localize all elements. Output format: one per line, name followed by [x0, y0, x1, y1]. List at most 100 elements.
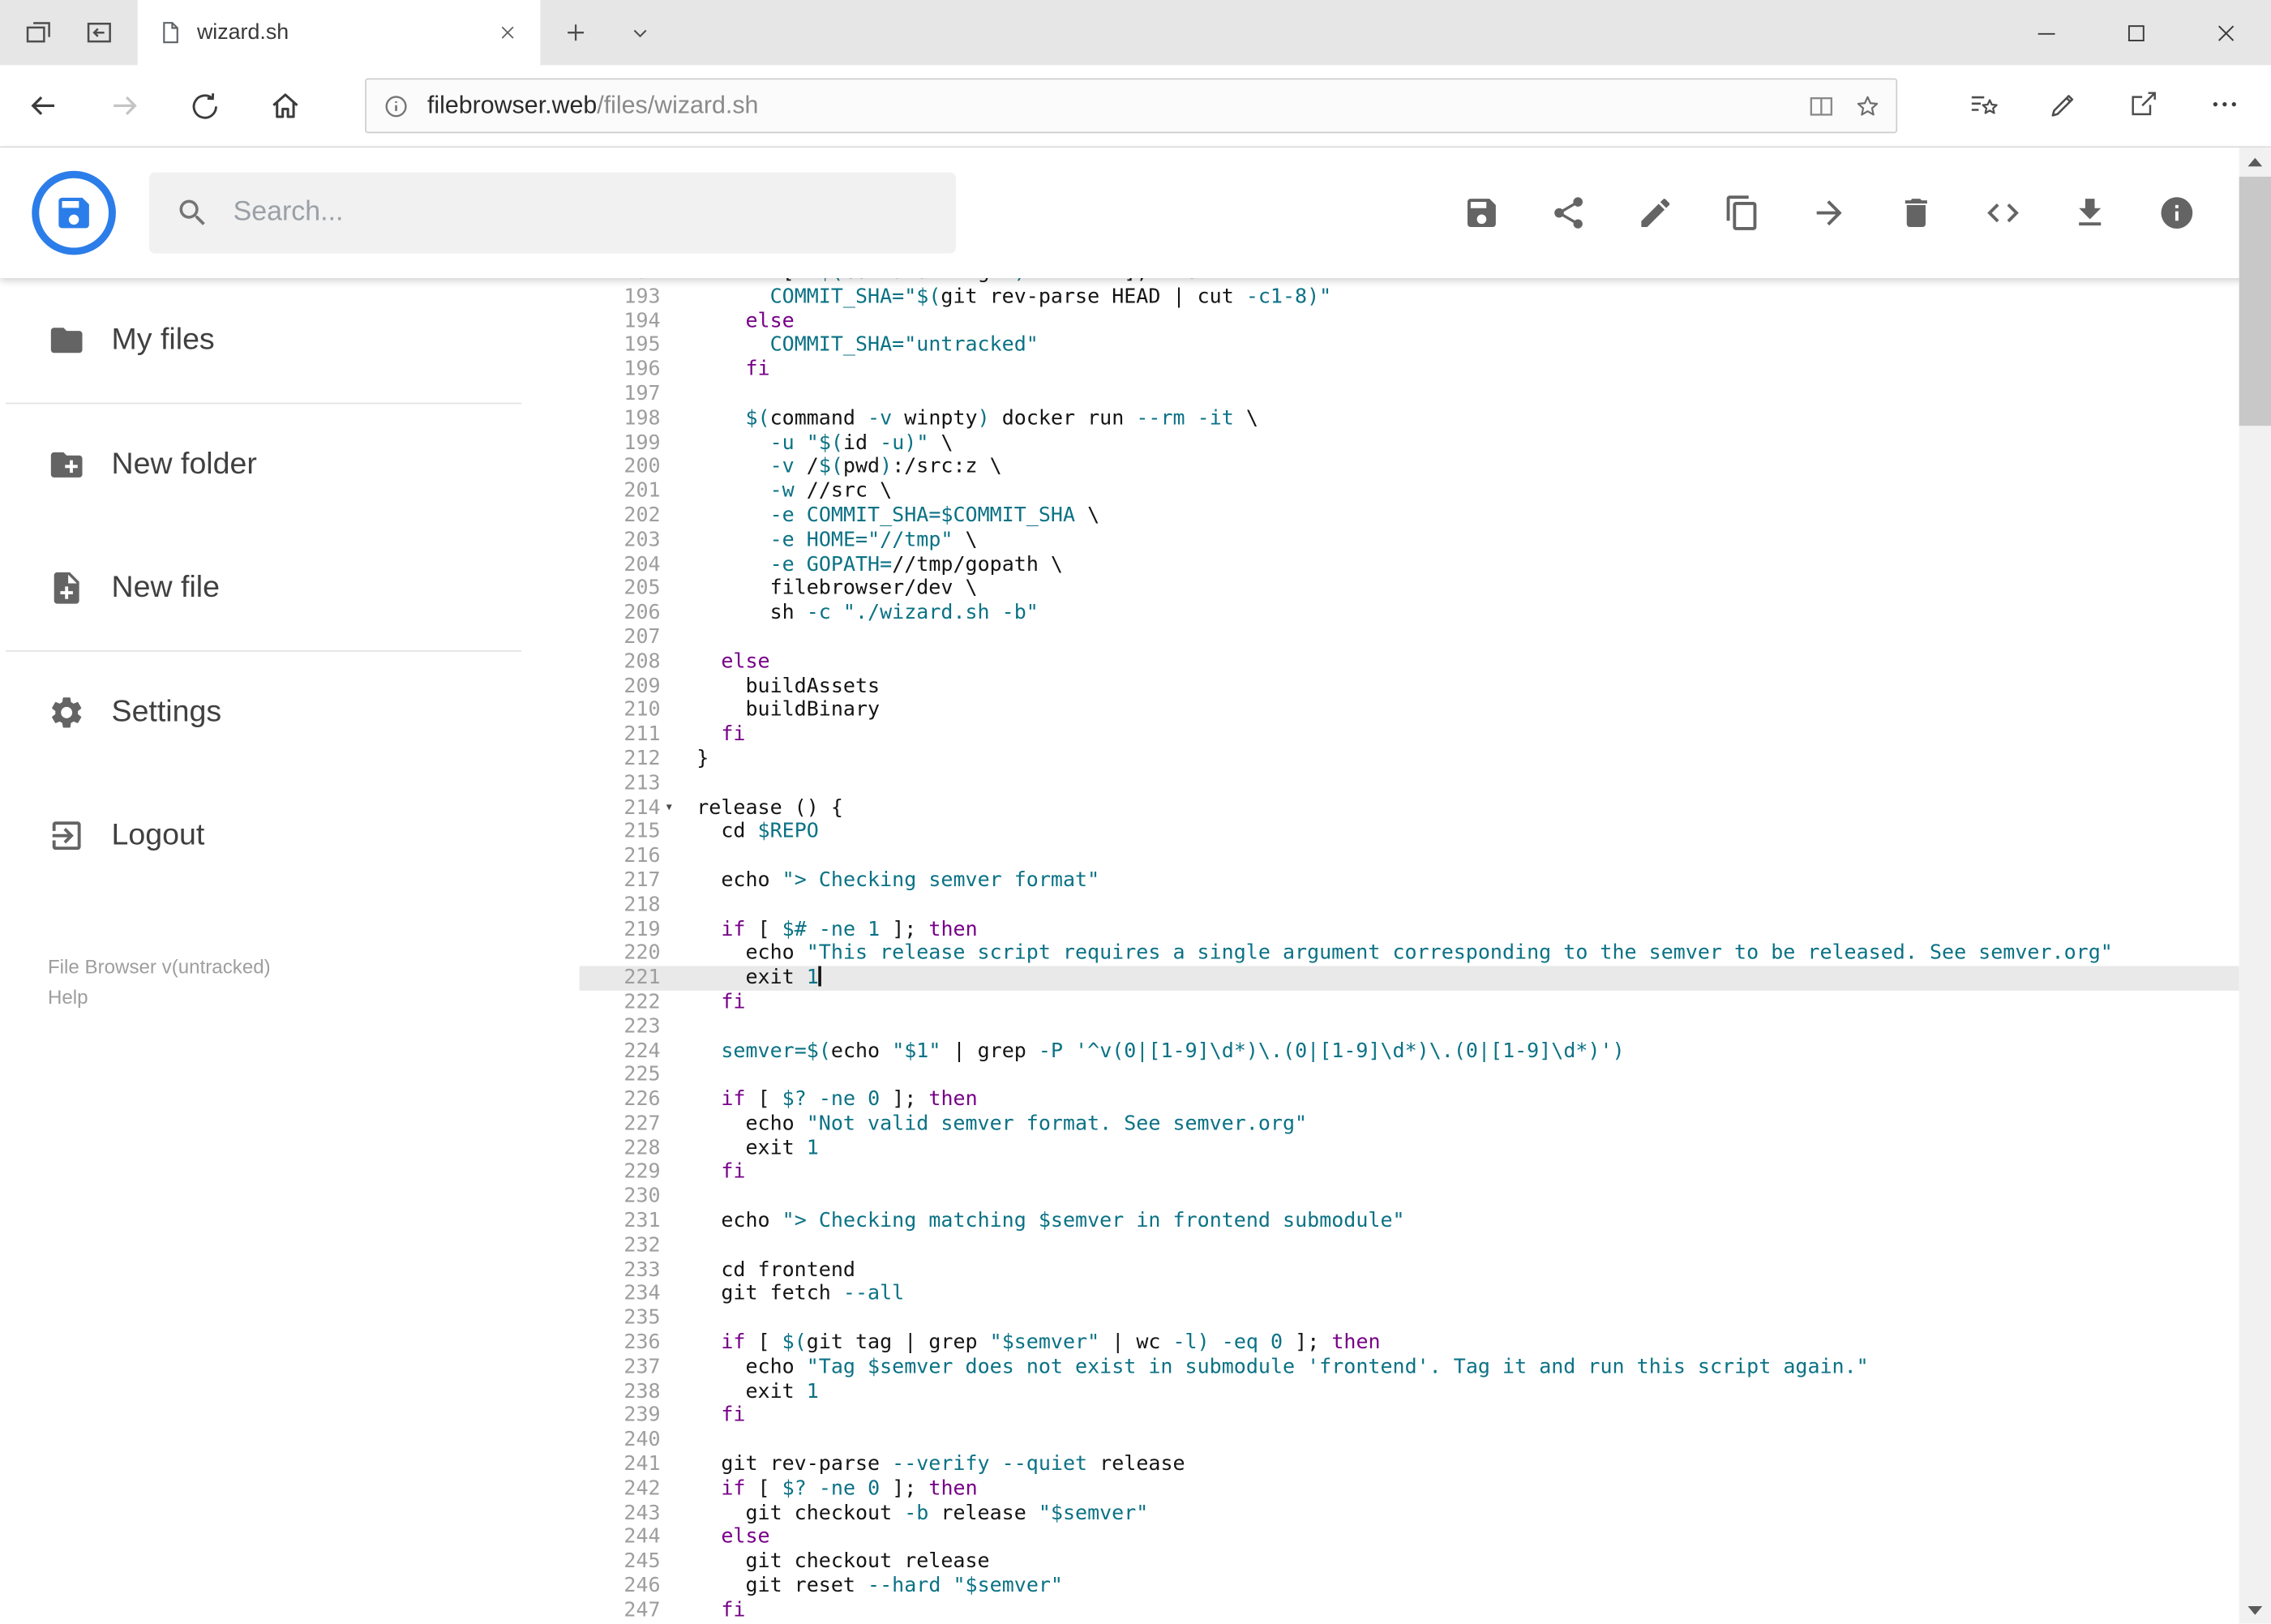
code-line[interactable]: 211 fi [580, 723, 2239, 748]
search-box[interactable] [148, 172, 956, 254]
share-button[interactable] [1542, 186, 1594, 238]
code-line[interactable]: 224 semver=$(echo "$1" | grep -P '^v(0|[… [580, 1039, 2239, 1064]
code-line[interactable]: 205 filebrowser/dev \ [580, 577, 2239, 602]
code-line[interactable]: 197 [580, 383, 2239, 407]
code-line[interactable]: 198 $(command -v winpty) docker run --rm… [580, 407, 2239, 431]
code-line[interactable]: 230 [580, 1185, 2239, 1210]
code-line[interactable]: 231 echo "> Checking matching $semver in… [580, 1210, 2239, 1234]
code-line[interactable]: 203 -e HOME="//tmp" \ [580, 529, 2239, 553]
code-line[interactable]: 242 if [ $? -ne 0 ]; then [580, 1477, 2239, 1502]
set-tabs-aside-icon[interactable] [11, 6, 63, 59]
code-line[interactable]: 236 if [ $(git tag | grep "$semver" | wc… [580, 1331, 2239, 1356]
code-line[interactable]: 218 [580, 893, 2239, 918]
code-line[interactable]: 214 ▾ release () { [580, 796, 2239, 821]
code-line[interactable]: 234 git fetch --all [580, 1283, 2239, 1307]
help-link[interactable]: Help [48, 987, 88, 1009]
browser-tab[interactable]: wizard.sh [137, 0, 541, 66]
code-line[interactable]: 233 cd frontend [580, 1258, 2239, 1283]
code-line[interactable]: 219 if [ $# -ne 1 ]; then [580, 918, 2239, 942]
code-line[interactable]: 194 else [580, 310, 2239, 334]
code-line[interactable]: 245 git checkout release [580, 1550, 2239, 1575]
code-line[interactable]: 206 sh -c "./wizard.sh -b" [580, 602, 2239, 626]
rename-button[interactable] [1630, 186, 1682, 238]
code-line[interactable]: 241 git rev-parse --verify --quiet relea… [580, 1453, 2239, 1477]
scrollbar-up-arrow[interactable] [2239, 148, 2271, 175]
ink-notes-icon[interactable] [2039, 81, 2085, 127]
code-line[interactable]: 237 echo "Tag $semver does not exist in … [580, 1356, 2239, 1380]
code-line[interactable]: 223 [580, 1015, 2239, 1039]
site-info-icon[interactable] [372, 83, 418, 129]
code-line[interactable]: 232 [580, 1234, 2239, 1258]
code-view-button[interactable] [1977, 186, 2029, 238]
code-line[interactable]: 212} [580, 748, 2239, 772]
search-input[interactable] [230, 195, 874, 231]
sidebar-item-new-file[interactable]: New file [0, 545, 580, 632]
code-line[interactable]: 243 git checkout -b release "$semver" [580, 1502, 2239, 1526]
code-line[interactable]: 246 git reset --hard "$semver" [580, 1575, 2239, 1599]
delete-button[interactable] [1890, 186, 1942, 238]
code-line[interactable]: 202 -e COMMIT_SHA=$COMMIT_SHA \ [580, 504, 2239, 529]
code-line[interactable]: 192 if [ "$(command -v git)" != "" ]; th… [580, 278, 2239, 285]
code-line[interactable]: 196 fi [580, 358, 2239, 383]
code-line[interactable]: 228 exit 1 [580, 1137, 2239, 1161]
code-line[interactable]: 226 if [ $? -ne 0 ]; then [580, 1088, 2239, 1112]
info-button[interactable] [2151, 186, 2203, 238]
code-line[interactable]: 235 [580, 1307, 2239, 1331]
code-line[interactable]: 217 echo "> Checking semver format" [580, 869, 2239, 893]
code-editor[interactable]: 192 if [ "$(command -v git)" != "" ]; th… [579, 277, 2239, 1624]
code-line[interactable]: 207 [580, 626, 2239, 650]
code-line[interactable]: 216 [580, 845, 2239, 869]
code-line[interactable]: 244 else [580, 1526, 2239, 1550]
code-line[interactable]: 227 echo "Not valid semver format. See s… [580, 1112, 2239, 1137]
code-line[interactable]: 229 fi [580, 1161, 2239, 1185]
code-line[interactable]: 240 [580, 1429, 2239, 1453]
code-line[interactable]: 209 buildAssets [580, 675, 2239, 699]
url-text[interactable]: filebrowser.web/files/wizard.sh [427, 92, 758, 121]
code-line[interactable]: 213 [580, 772, 2239, 796]
favorite-star-icon[interactable] [1844, 83, 1890, 129]
copy-button[interactable] [1716, 186, 1768, 238]
close-button[interactable] [2181, 0, 2271, 65]
new-tab-button[interactable] [549, 6, 601, 59]
code-line[interactable]: 193 COMMIT_SHA="$(git rev-parse HEAD | c… [580, 285, 2239, 310]
code-line[interactable]: 239 fi [580, 1404, 2239, 1429]
sidebar-item-my-files[interactable]: My files [0, 297, 580, 384]
code-line[interactable]: 220 echo "This release script requires a… [580, 942, 2239, 966]
favorites-hub-icon[interactable] [1960, 81, 2006, 127]
maximize-button[interactable] [2091, 0, 2181, 65]
save-button[interactable] [1455, 186, 1507, 238]
code-line[interactable]: 210 buildBinary [580, 699, 2239, 723]
sidebar-item-settings[interactable]: Settings [0, 669, 580, 756]
code-line[interactable]: 195 COMMIT_SHA="untracked" [580, 334, 2239, 358]
code-line[interactable]: 247 fi [580, 1599, 2239, 1623]
code-line[interactable]: 225 [580, 1064, 2239, 1088]
minimize-button[interactable] [2002, 0, 2092, 65]
code-line[interactable]: 200 -v /$(pwd):/src:z \ [580, 456, 2239, 480]
settings-ellipsis-icon[interactable] [2201, 81, 2247, 127]
tab-close-icon[interactable] [488, 14, 525, 51]
address-bar[interactable]: filebrowser.web/files/wizard.sh [365, 78, 1898, 134]
code-line[interactable]: 221 exit 1 [579, 966, 2239, 991]
code-line[interactable]: 204 -e GOPATH=//tmp/gopath \ [580, 553, 2239, 577]
code-line[interactable]: 199 -u "$(id -u)" \ [580, 431, 2239, 456]
fold-arrow-icon[interactable]: ▾ [661, 796, 690, 821]
share-icon[interactable] [2120, 81, 2166, 127]
scrollbar-thumb[interactable] [2239, 176, 2271, 426]
home-icon[interactable] [262, 83, 308, 129]
move-button[interactable] [1803, 186, 1855, 238]
code-line[interactable]: 208 else [580, 650, 2239, 675]
tab-list-chevron-icon[interactable] [614, 6, 666, 59]
tab-preview-toggle-icon[interactable] [72, 6, 124, 59]
scrollbar-down-arrow[interactable] [2239, 1596, 2271, 1624]
code-line[interactable]: 201 -w //src \ [580, 480, 2239, 504]
code-line[interactable]: 238 exit 1 [580, 1380, 2239, 1404]
forward-icon[interactable] [101, 83, 148, 129]
page-scrollbar[interactable] [2239, 148, 2271, 1624]
refresh-icon[interactable] [181, 83, 227, 129]
sidebar-item-new-folder[interactable]: New folder [0, 422, 580, 508]
code-line[interactable]: 215 cd $REPO [580, 821, 2239, 845]
back-icon[interactable] [20, 83, 66, 129]
reading-view-icon[interactable] [1798, 83, 1844, 129]
code-line[interactable]: 222 fi [580, 991, 2239, 1015]
sidebar-item-logout[interactable]: Logout [0, 792, 580, 879]
